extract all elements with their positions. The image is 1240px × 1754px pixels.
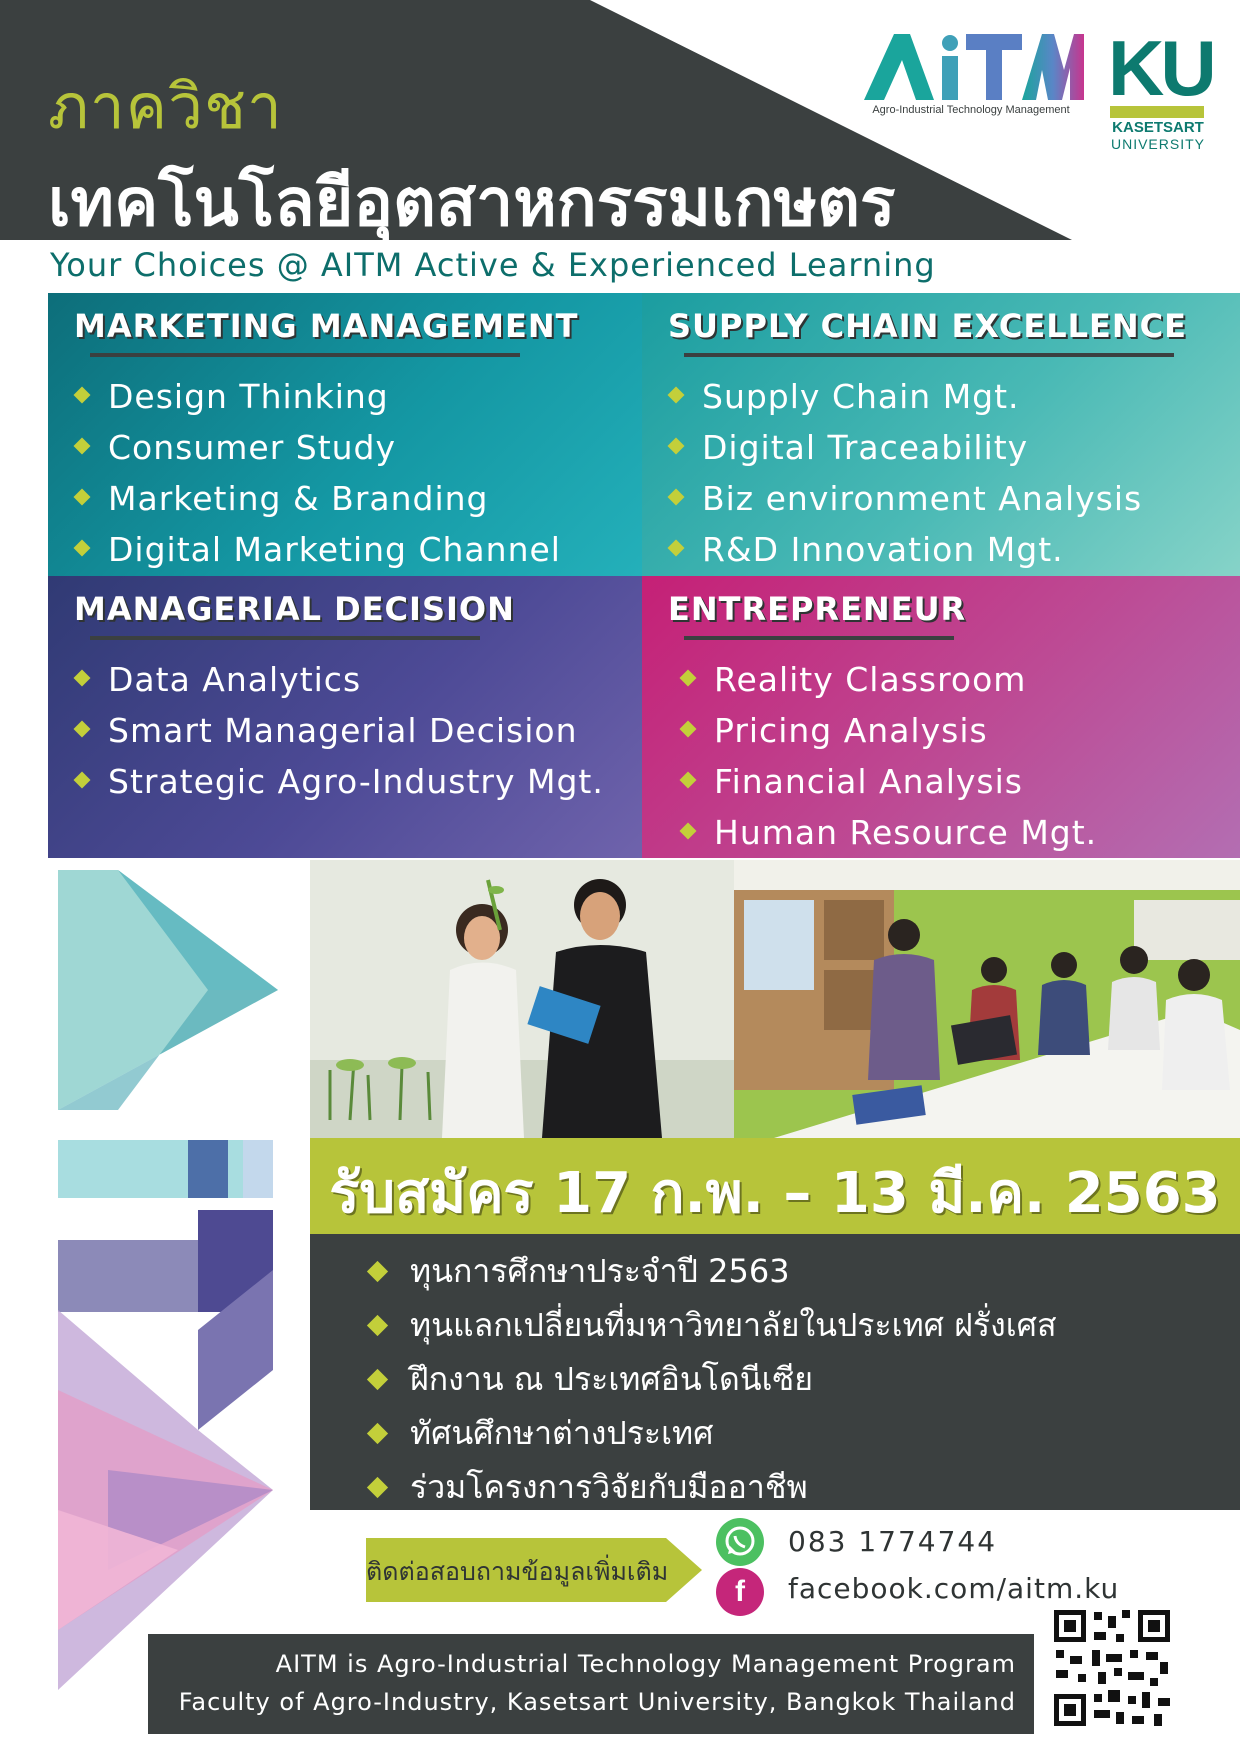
benefit-item: ทุนแลกเปลี่ยนที่มหาวิทยาลัยในประเทศ ฝรั่… xyxy=(366,1298,1057,1352)
ku-logo-bar xyxy=(1110,106,1204,118)
track-item: R&D Innovation Mgt. xyxy=(667,524,1142,575)
phone-number[interactable]: 083 1774744 xyxy=(788,1525,997,1558)
track-items: Reality Classroom Pricing Analysis Finan… xyxy=(679,654,1097,858)
track-managerial: MANAGERIAL DECISION Data Analytics Smart… xyxy=(48,576,642,858)
diamond-bullet-icon xyxy=(366,1422,389,1445)
benefit-item: ทุนการศึกษาประจำปี 2563 xyxy=(366,1244,1057,1298)
track-item: Marketing & Branding xyxy=(73,473,561,524)
diamond-bullet-icon xyxy=(679,771,697,789)
registration-banner: รับสมัคร 17 ก.พ. – 13 มี.ค. 2563 xyxy=(310,1138,1240,1234)
footer-line-faculty: Faculty of Agro-Industry, Kasetsart Univ… xyxy=(178,1688,1016,1716)
track-supply-chain: SUPPLY CHAIN EXCELLENCE Supply Chain Mgt… xyxy=(642,293,1240,576)
aitm-logo-mark xyxy=(864,34,1084,100)
track-items: Design Thinking Consumer Study Marketing… xyxy=(73,371,561,575)
diamond-bullet-icon xyxy=(73,386,91,404)
qr-code-graphic xyxy=(1050,1606,1174,1730)
diamond-bullet-icon xyxy=(679,669,697,687)
students-lab-illustration xyxy=(310,860,734,1138)
track-title-rule xyxy=(90,636,480,640)
whatsapp-icon[interactable] xyxy=(716,1518,764,1566)
track-item: Consumer Study xyxy=(73,422,561,473)
track-item: Digital Traceability xyxy=(667,422,1142,473)
track-title: ENTREPRENEUR xyxy=(668,590,967,628)
diamond-bullet-icon xyxy=(667,539,685,557)
aitm-logo-subtitle: Agro-Industrial Technology Management xyxy=(872,104,1070,116)
qr-code[interactable] xyxy=(1050,1606,1174,1730)
footer-line-program: AITM is Agro-Industrial Technology Manag… xyxy=(275,1650,1016,1678)
benefits-panel: ทุนการศึกษาประจำปี 2563 ทุนแลกเปลี่ยนที่… xyxy=(310,1234,1240,1510)
diamond-bullet-icon xyxy=(366,1368,389,1391)
benefit-item: ร่วมโครงการวิจัยกับมืออาชีพ xyxy=(366,1460,1057,1514)
ku-logo-name: KASETSART xyxy=(1112,119,1204,136)
track-item: Supply Chain Mgt. xyxy=(667,371,1142,422)
classroom-photo xyxy=(734,860,1240,1138)
facebook-icon-glyph: f xyxy=(735,1575,745,1608)
track-title-rule xyxy=(90,353,520,357)
diamond-bullet-icon xyxy=(366,1476,389,1499)
poster: ภาควิชา เทคโนโลยีอุตสาหกรรมเกษตร Agro-In… xyxy=(0,0,1240,1754)
diamond-bullet-icon xyxy=(667,437,685,455)
track-item: Digital Marketing Channel xyxy=(73,524,561,575)
track-marketing: MARKETING MANAGEMENT Design Thinking Con… xyxy=(48,293,642,576)
track-item: Human Resource Mgt. xyxy=(679,807,1097,858)
track-item: Design Thinking xyxy=(73,371,561,422)
track-items: Supply Chain Mgt. Digital Traceability B… xyxy=(667,371,1142,575)
decorative-arrows xyxy=(48,870,288,1690)
diamond-bullet-icon xyxy=(73,771,91,789)
facebook-icon[interactable]: f xyxy=(716,1568,764,1616)
ku-logo: KU KASETSART UNIVERSITY xyxy=(1108,24,1217,152)
ku-logo-university: UNIVERSITY xyxy=(1110,136,1205,152)
ku-logo-letters: KU xyxy=(1108,24,1217,112)
contact-tag: ติดต่อสอบถามข้อมูลเพิ่มเติม xyxy=(366,1534,706,1606)
track-title: SUPPLY CHAIN EXCELLENCE xyxy=(668,307,1188,345)
facebook-link[interactable]: facebook.com/aitm.ku xyxy=(788,1572,1119,1605)
decorative-arrows-graphic xyxy=(58,870,278,1690)
benefit-item: ฝึกงาน ณ ประเทศอินโดนีเซีย xyxy=(366,1352,1057,1406)
tagline: Your Choices @ AITM Active & Experienced… xyxy=(50,246,936,284)
benefit-item: ทัศนศึกษาต่างประเทศ xyxy=(366,1406,1057,1460)
diamond-bullet-icon xyxy=(366,1314,389,1337)
track-item: Reality Classroom xyxy=(679,654,1097,705)
track-item: Data Analytics xyxy=(73,654,604,705)
track-item: Financial Analysis xyxy=(679,756,1097,807)
students-lab-photo xyxy=(310,860,734,1138)
track-title: MARKETING MANAGEMENT xyxy=(74,307,579,345)
diamond-bullet-icon xyxy=(667,488,685,506)
diamond-bullet-icon xyxy=(73,488,91,506)
whatsapp-icon-glyph xyxy=(725,1526,755,1556)
registration-dates: รับสมัคร 17 ก.พ. – 13 มี.ค. 2563 xyxy=(329,1161,1221,1226)
track-item: Smart Managerial Decision xyxy=(73,705,604,756)
diamond-bullet-icon xyxy=(679,720,697,738)
track-title: MANAGERIAL DECISION xyxy=(74,590,515,628)
track-item: Pricing Analysis xyxy=(679,705,1097,756)
footer-band: AITM is Agro-Industrial Technology Manag… xyxy=(148,1634,1034,1734)
track-items: Data Analytics Smart Managerial Decision… xyxy=(73,654,604,807)
diamond-bullet-icon xyxy=(667,386,685,404)
diamond-bullet-icon xyxy=(73,669,91,687)
diamond-bullet-icon xyxy=(366,1260,389,1283)
classroom-illustration xyxy=(734,860,1240,1138)
track-title-rule xyxy=(684,636,954,640)
track-entrepreneur: ENTREPRENEUR Reality Classroom Pricing A… xyxy=(642,576,1240,858)
track-title-rule xyxy=(684,353,1174,357)
department-title: เทคโนโลยีอุตสาหกรรมเกษตร xyxy=(48,164,896,241)
track-item: Strategic Agro-Industry Mgt. xyxy=(73,756,604,807)
track-item: Biz environment Analysis xyxy=(667,473,1142,524)
diamond-bullet-icon xyxy=(679,822,697,840)
contact-label: ติดต่อสอบถามข้อมูลเพิ่มเติม xyxy=(366,1557,669,1586)
diamond-bullet-icon xyxy=(73,539,91,557)
diamond-bullet-icon xyxy=(73,720,91,738)
diamond-bullet-icon xyxy=(73,437,91,455)
benefits-list: ทุนการศึกษาประจำปี 2563 ทุนแลกเปลี่ยนที่… xyxy=(366,1244,1057,1514)
department-label: ภาควิชา xyxy=(48,70,283,143)
